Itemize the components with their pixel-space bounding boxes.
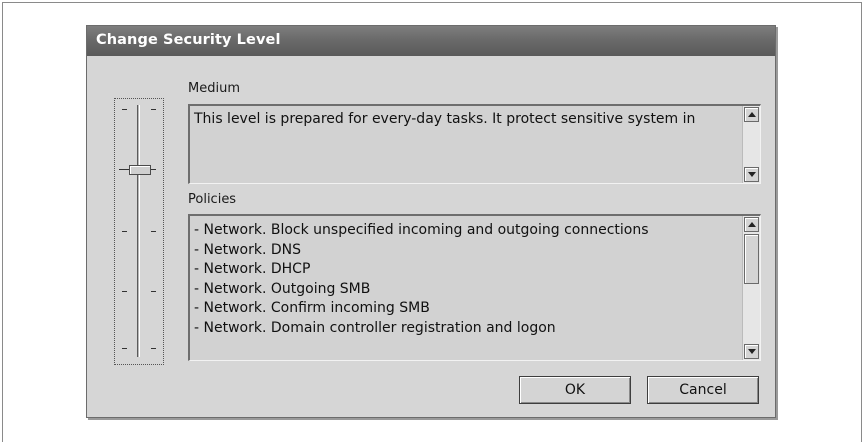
security-level-description[interactable]: This level is prepared for every-day tas… xyxy=(188,104,761,184)
arrow-up-icon xyxy=(748,222,756,227)
description-text: This level is prepared for every-day tas… xyxy=(194,111,696,127)
scroll-down-button[interactable] xyxy=(744,167,759,182)
arrow-up-icon xyxy=(748,112,756,117)
policy-item: - Network. Outgoing SMB xyxy=(194,280,371,297)
policy-item: - Network. Confirm incoming SMB xyxy=(194,300,430,317)
slider-tick xyxy=(122,231,127,232)
scroll-up-button[interactable] xyxy=(744,107,759,122)
policies-scrollbar[interactable] xyxy=(742,216,760,360)
slider-thumb[interactable] xyxy=(129,165,151,175)
slider-thumb-marker xyxy=(119,169,129,170)
scroll-up-button[interactable] xyxy=(744,217,759,232)
policy-item: - Network. Block unspecified incoming an… xyxy=(194,222,649,238)
policy-item: - Network. DNS xyxy=(194,241,301,258)
policies-items: - Network. Block unspecified incoming an… xyxy=(194,221,649,339)
change-security-level-dialog: Change Security Level Medium This level … xyxy=(86,25,776,418)
arrow-down-icon xyxy=(748,172,756,177)
slider-tick xyxy=(122,348,127,349)
slider-tick xyxy=(151,109,156,110)
policy-item: - Network. DHCP xyxy=(194,261,311,278)
scroll-thumb[interactable] xyxy=(744,234,759,284)
slider-tick xyxy=(151,231,156,232)
cancel-button[interactable]: Cancel xyxy=(647,376,759,404)
arrow-down-icon xyxy=(748,349,756,354)
description-scrollbar[interactable] xyxy=(742,106,760,183)
dialog-title: Change Security Level xyxy=(96,32,281,48)
slider-tick xyxy=(151,169,156,170)
security-level-slider[interactable] xyxy=(114,98,164,365)
policies-list[interactable]: - Network. Block unspecified incoming an… xyxy=(188,214,761,361)
slider-tick xyxy=(151,348,156,349)
policy-item: - Network. Domain controller registratio… xyxy=(194,319,556,336)
scroll-down-button[interactable] xyxy=(744,344,759,359)
security-level-name: Medium xyxy=(188,81,240,96)
slider-tick xyxy=(122,109,127,110)
dialog-titlebar[interactable]: Change Security Level xyxy=(87,26,775,56)
slider-tick xyxy=(122,291,127,292)
policies-label: Policies xyxy=(188,192,237,207)
slider-track[interactable] xyxy=(137,105,140,357)
ok-button[interactable]: OK xyxy=(519,376,631,404)
slider-tick xyxy=(151,291,156,292)
